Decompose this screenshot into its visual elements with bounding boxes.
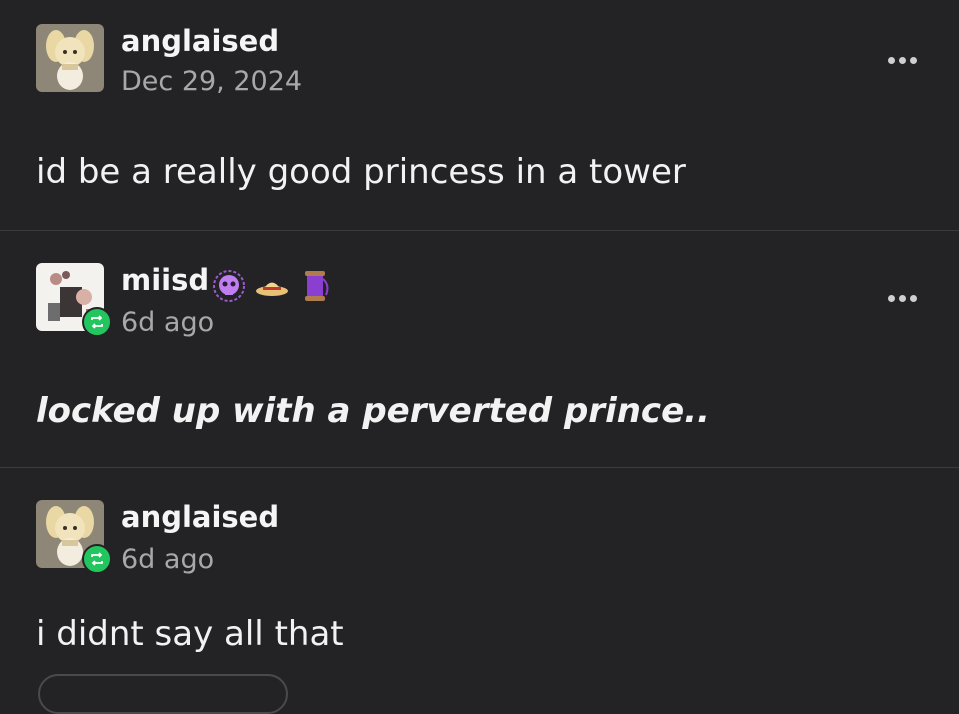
post-body-text: i didnt say all that [36, 614, 344, 654]
post-timestamp[interactable]: 6d ago [121, 307, 214, 338]
post-username[interactable]: anglaised [121, 24, 279, 58]
post-body-text: locked up with a perverted prince.. [36, 391, 710, 431]
purple-skull-badge-icon [213, 270, 245, 302]
avatar-miisd[interactable] [36, 263, 112, 337]
post-username[interactable]: miisd [121, 263, 209, 297]
post-original: anglaised Dec 29, 2024 id be a really go… [0, 0, 959, 230]
more-options-icon[interactable] [888, 57, 917, 64]
post-reblog: miisd 6d ago locked up with a perverted … [0, 231, 959, 467]
reblog-icon [82, 544, 112, 574]
post-username[interactable]: anglaised [121, 500, 279, 534]
plush-bunny-avatar-icon [36, 24, 104, 92]
straw-hat-badge-icon [256, 282, 288, 296]
user-badges [212, 267, 332, 305]
post-timestamp[interactable]: Dec 29, 2024 [121, 66, 302, 97]
avatar-anglaised[interactable] [36, 500, 112, 574]
reblog-icon [82, 307, 112, 337]
post-timestamp[interactable]: 6d ago [121, 544, 214, 575]
tag-pill[interactable] [38, 674, 288, 714]
post-body-text: id be a really good princess in a tower [36, 152, 686, 192]
avatar-anglaised[interactable] [36, 24, 104, 92]
more-options-icon[interactable] [888, 295, 917, 302]
post-reblog: anglaised 6d ago i didnt say all that [0, 468, 959, 714]
thread-spool-badge-icon [305, 271, 329, 301]
